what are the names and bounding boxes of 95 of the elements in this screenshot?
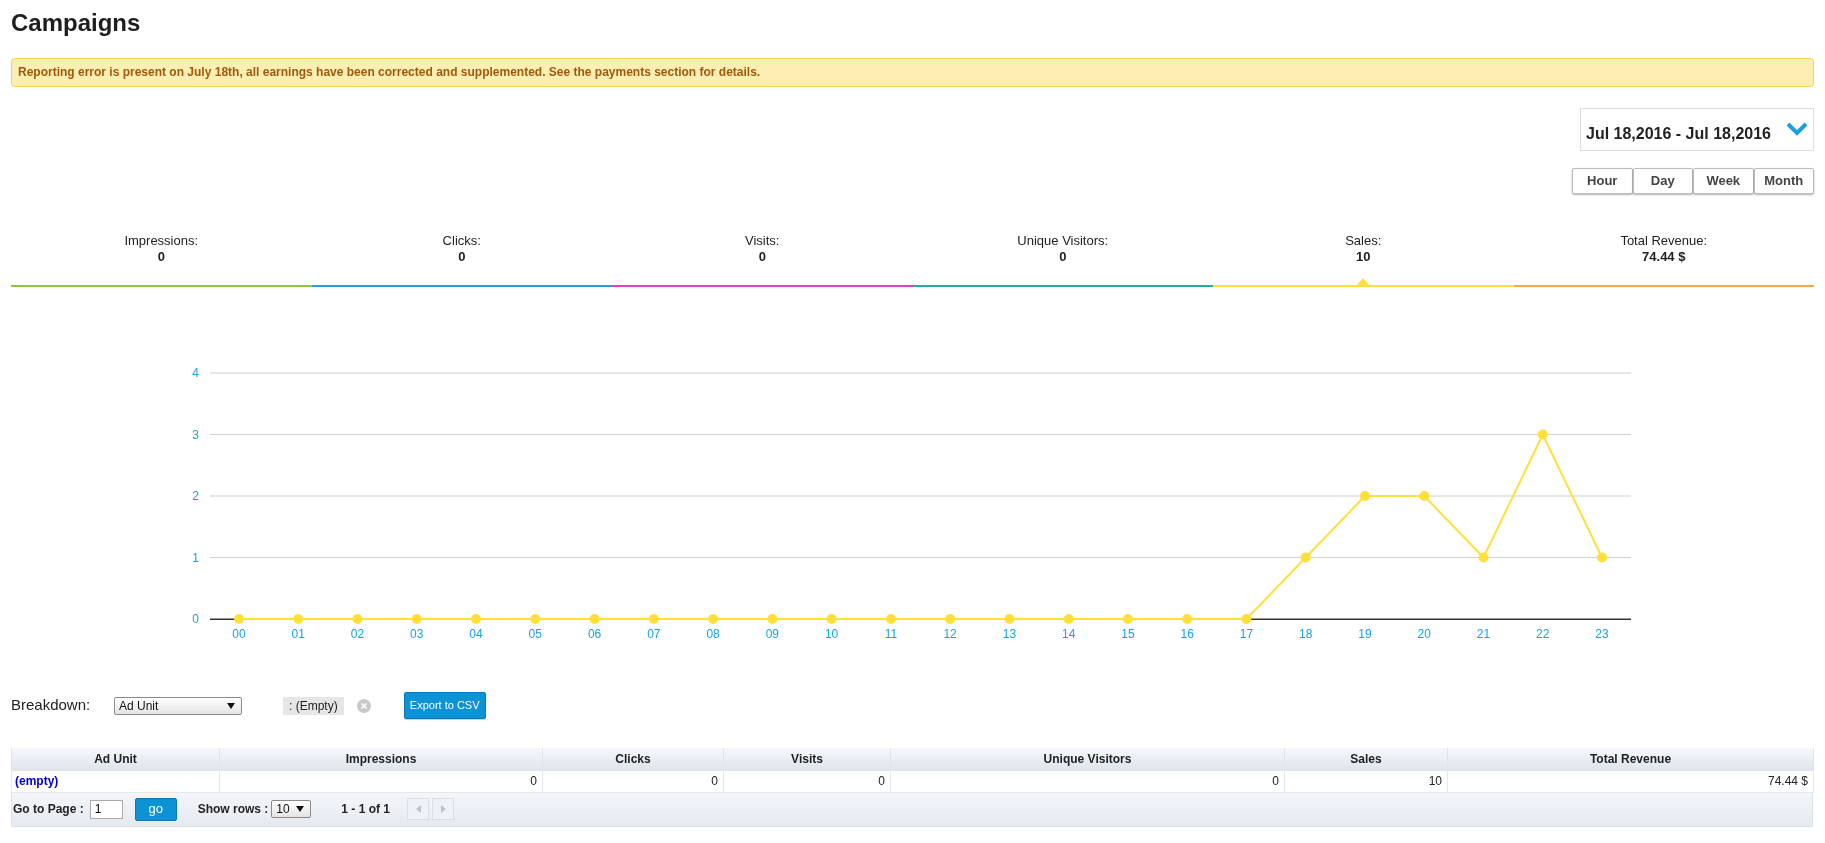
x-tick-label: 22 (1536, 627, 1550, 641)
clear-icon[interactable] (356, 698, 371, 713)
y-tick-label: 3 (192, 427, 199, 442)
table-cell: 0 (890, 770, 1285, 792)
x-tick-label: 12 (943, 627, 957, 641)
x-tick-label: 04 (469, 627, 483, 641)
breakdown-select[interactable]: Ad Unit (114, 696, 242, 715)
metric-tab[interactable]: Total Revenue: 74.44 $ (1513, 233, 1814, 287)
chevron-down-icon (1786, 122, 1808, 136)
x-tick-label: 06 (587, 627, 602, 641)
right-arrow-icon (440, 805, 446, 813)
page-input[interactable]: 1 (89, 799, 123, 819)
table-cell: 0 (723, 770, 891, 792)
rows-select[interactable]: 10 (271, 800, 312, 818)
x-tick-label: 20 (1417, 627, 1431, 641)
data-point (1122, 614, 1133, 624)
x-tick-label: 03 (410, 627, 424, 641)
data-point (1004, 614, 1015, 624)
x-tick-label: 02 (350, 627, 365, 641)
data-point (293, 614, 304, 624)
data-point (589, 614, 600, 624)
x-tick-label: 09 (765, 627, 780, 641)
data-point (708, 614, 719, 624)
show-rows-label: Show rows : (197, 801, 269, 818)
ad-unit-link[interactable]: (empty) (15, 774, 59, 788)
granularity-button[interactable]: Week (1693, 168, 1754, 194)
column-header: Total Revenue (1447, 748, 1814, 770)
warning-alert: Reporting error is present on July 18th, all earnings have been corrected and supplemented. See the payments section for details. (11, 58, 1814, 87)
data-point (945, 614, 956, 624)
x-tick-label: 00 (232, 627, 246, 641)
x-tick-label: 08 (706, 627, 720, 641)
filter-tag: : (Empty) (283, 696, 344, 715)
data-point (648, 614, 659, 624)
column-header: Ad Unit (11, 748, 220, 770)
metric-tab[interactable]: Visits: 0 (612, 233, 913, 287)
go-to-page-label: Go to Page : (13, 801, 84, 818)
date-range-picker[interactable]: Jul 18,2016 - Jul 18,2016 (1580, 108, 1814, 151)
y-tick-label: 0 (192, 612, 199, 626)
x-tick-label: 01 (291, 627, 305, 641)
data-point (1182, 614, 1193, 624)
granularity-button[interactable]: Day (1632, 168, 1693, 194)
y-tick-label: 1 (192, 550, 199, 565)
x-tick-label: 10 (824, 627, 839, 641)
page-title: Campaigns (11, 8, 141, 38)
x-tick-label: 19 (1358, 627, 1372, 641)
table-cell: 74.44 $ (1447, 770, 1814, 792)
x-tick-label: 15 (1121, 627, 1135, 641)
table-cell: 0 (219, 770, 543, 792)
x-tick-label: 18 (1299, 627, 1313, 641)
data-point (1300, 552, 1311, 563)
x-tick-label: 13 (1002, 627, 1017, 641)
column-header: Sales (1284, 748, 1448, 770)
y-tick-label: 4 (192, 366, 199, 380)
metric-tab[interactable]: Sales: 10 (1213, 233, 1514, 287)
data-point (767, 614, 778, 624)
column-header: Clicks (542, 748, 724, 770)
caret-down-icon (296, 806, 305, 812)
x-tick-label: 11 (884, 627, 898, 641)
metric-tab[interactable]: Unique Visitors: 0 (912, 233, 1213, 287)
table-cell: 10 (1284, 770, 1448, 792)
column-header: Impressions (219, 748, 543, 770)
breakdown-label: Breakdown: (11, 695, 92, 716)
data-point (885, 614, 896, 624)
column-header: Unique Visitors (890, 748, 1285, 770)
x-tick-label: 14 (1061, 627, 1076, 641)
metric-tab[interactable]: Clicks: 0 (311, 233, 612, 287)
data-point (530, 614, 541, 624)
data-point (1478, 552, 1489, 563)
x-tick-label: 16 (1180, 627, 1194, 641)
data-point (1537, 429, 1548, 440)
data-point (1241, 614, 1252, 624)
x-tick-label: 05 (528, 627, 542, 641)
metric-tab[interactable]: Impressions: 0 (11, 233, 312, 287)
left-arrow-icon (415, 805, 421, 813)
data-point (1063, 614, 1074, 624)
data-point (1359, 491, 1370, 501)
data-point (352, 614, 363, 624)
data-point (471, 614, 482, 624)
pointer-icon (1357, 278, 1370, 285)
data-point (1419, 491, 1430, 501)
data-point (411, 614, 422, 624)
granularity-button[interactable]: Hour (1572, 168, 1633, 194)
x-tick-label: 17 (1239, 627, 1254, 641)
data-point (1597, 552, 1607, 563)
granularity-button[interactable]: Month (1753, 168, 1814, 194)
data-point (826, 614, 837, 624)
caret-down-icon (227, 702, 235, 709)
x-tick-label: 07 (647, 627, 661, 641)
column-header: Visits (723, 748, 891, 770)
page-range-text: 1 - 1 of 1 (341, 801, 391, 818)
y-tick-label: 2 (192, 489, 199, 503)
table-cell: 0 (542, 770, 724, 792)
x-tick-label: 23 (1595, 627, 1609, 641)
x-tick-label: 21 (1476, 627, 1491, 641)
data-point (234, 614, 244, 624)
